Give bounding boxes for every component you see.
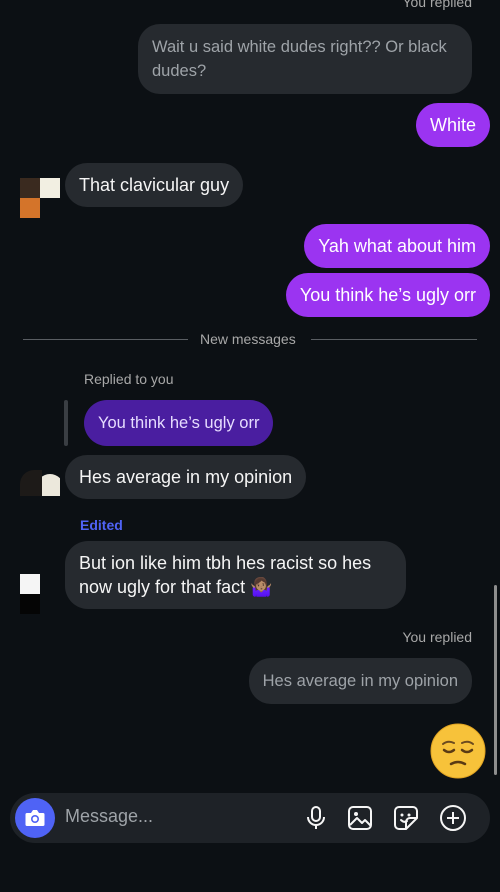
reply-bubble-bottom[interactable]: Hes average in my opinion xyxy=(248,658,472,704)
avatar-image xyxy=(20,574,60,614)
microphone-button[interactable] xyxy=(301,803,331,833)
camera-icon xyxy=(25,810,45,826)
scrollbar[interactable] xyxy=(494,585,497,775)
reply-indicator-bar xyxy=(64,400,68,446)
sticker-icon xyxy=(394,806,418,830)
camera-button[interactable] xyxy=(15,798,55,838)
message-average[interactable]: Hes average in my opinion xyxy=(65,455,307,499)
new-messages-divider: New messages xyxy=(200,331,296,347)
replied-to-you-label: Replied to you xyxy=(84,371,174,387)
quoted-message[interactable]: You think he’s ugly orr xyxy=(84,400,274,446)
gallery-button[interactable] xyxy=(345,803,375,833)
avatar[interactable] xyxy=(20,574,60,614)
reply-bubble-top[interactable]: Wait u said white dudes right?? Or black… xyxy=(138,24,472,94)
reply-bubble-bottom-text: Hes average in my opinion xyxy=(262,672,458,690)
avatar-image xyxy=(20,470,60,496)
message-input[interactable]: Message... xyxy=(65,806,153,827)
quoted-message-text: You think he’s ugly orr xyxy=(98,414,260,432)
divider-line-right xyxy=(311,339,477,340)
message-clavicular[interactable]: That clavicular guy xyxy=(65,163,244,207)
add-button[interactable] xyxy=(438,803,468,833)
message-text: White xyxy=(429,115,476,135)
message-text-line-2: now ugly for that fact 🤷🏽‍♀️ xyxy=(79,577,273,597)
divider-line-left xyxy=(23,339,188,340)
weary-face-icon xyxy=(430,723,486,779)
message-racist[interactable]: But ion like him tbh hes racist so hes n… xyxy=(65,541,406,609)
message-composer: Message... xyxy=(10,793,490,843)
top-reply-label: You replied xyxy=(402,0,472,10)
bottom-reply-label: You replied xyxy=(402,629,472,645)
reply-bubble-top-text: Wait u said white dudes right?? Or black… xyxy=(152,38,447,80)
plus-circle-icon xyxy=(440,805,466,831)
gallery-icon xyxy=(348,806,372,830)
avatar[interactable] xyxy=(20,178,60,218)
message-white[interactable]: White xyxy=(415,103,490,147)
emoji-message[interactable] xyxy=(430,723,486,779)
sticker-button[interactable] xyxy=(391,803,421,833)
message-text: Yah what about him xyxy=(318,236,476,256)
message-text: You think he’s ugly orr xyxy=(299,285,476,305)
microphone-icon xyxy=(307,806,325,829)
edited-label: Edited xyxy=(80,517,123,533)
message-text: That clavicular guy xyxy=(79,175,230,195)
avatar-image xyxy=(20,178,60,218)
message-yah[interactable]: Yah what about him xyxy=(304,224,490,268)
message-text: Hes average in my opinion xyxy=(79,467,293,487)
avatar[interactable] xyxy=(20,470,60,496)
message-ugly[interactable]: You think he’s ugly orr xyxy=(285,273,490,317)
message-text-line-1: But ion like him tbh hes racist so hes xyxy=(79,553,372,573)
